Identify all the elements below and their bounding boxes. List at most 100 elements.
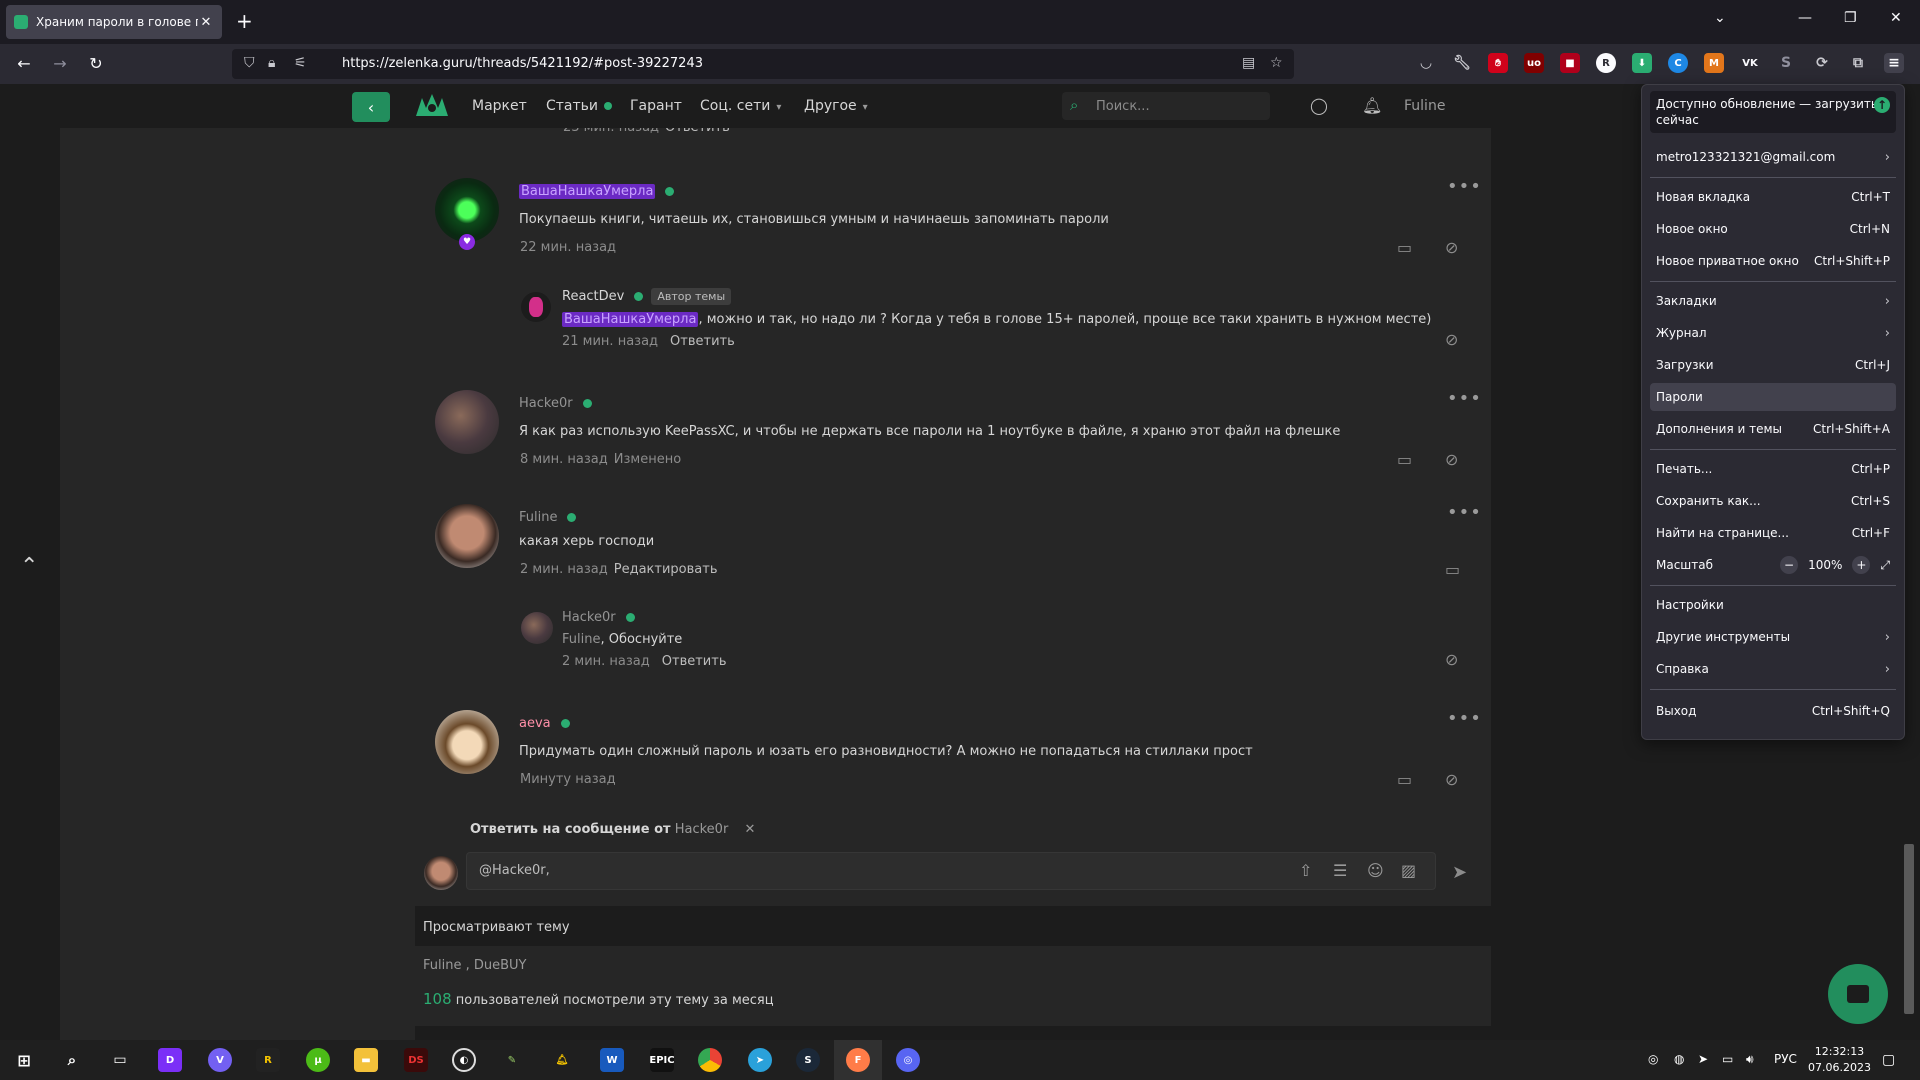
app-menu-icon[interactable]: ≡ (1884, 53, 1904, 73)
tab-active[interactable]: Храним пароли в голове пра ✕ (6, 5, 222, 39)
discord-icon[interactable]: ◎ (896, 1048, 920, 1072)
menu-more-tools[interactable]: Другие инструменты › (1650, 623, 1896, 651)
utorrent-icon[interactable]: µ (306, 1048, 330, 1072)
shield-icon[interactable]: ⛉ (244, 55, 255, 71)
author-name[interactable]: ВашаНашкаУмерла (519, 184, 656, 199)
reader-mode-icon[interactable]: ▤ (1242, 55, 1255, 71)
nav-other[interactable]: Другое ▾ (804, 98, 868, 114)
avatar[interactable] (435, 710, 499, 774)
fullscreen-icon[interactable]: ⤢ (1880, 558, 1890, 573)
tab-list-chevron-icon[interactable]: ⌄ (1714, 10, 1726, 26)
scrollbar[interactable] (1904, 844, 1914, 1014)
lock-icon[interactable]: 🔒︎ (268, 55, 275, 71)
menu-passwords[interactable]: Пароли (1650, 383, 1896, 411)
extension-r-icon[interactable]: R (1596, 53, 1616, 73)
close-window-button[interactable]: ✕ (1890, 10, 1902, 26)
search-icon[interactable]: ⌕ (60, 1048, 84, 1072)
mention[interactable]: Fuline (562, 632, 600, 647)
telegram-icon[interactable]: ➤ (748, 1048, 772, 1072)
notifications-bell-icon[interactable]: 🔔︎ (1362, 96, 1382, 115)
post-author[interactable]: Hacke0r (519, 396, 592, 411)
site-logo-icon[interactable] (414, 92, 450, 122)
upload-icon[interactable]: ⇧ (1299, 861, 1312, 880)
back-button[interactable]: ‹ (352, 92, 390, 122)
more-options-icon[interactable]: ••• (1447, 176, 1482, 197)
avatar[interactable] (435, 504, 499, 568)
word-icon[interactable]: W (600, 1048, 624, 1072)
extension-red-icon[interactable]: ✋︎ (1488, 53, 1508, 73)
network-icon[interactable]: ▭ (1722, 1052, 1733, 1066)
pocket-icon[interactable]: ◡ (1416, 53, 1436, 73)
author-name[interactable]: Hacke0r (562, 610, 616, 625)
app-circle-icon[interactable]: ◐ (452, 1048, 476, 1072)
update-banner[interactable]: Доступно обновление — загрузить сейчас ↑ (1650, 91, 1896, 133)
bookmark-star-icon[interactable]: ☆ (1270, 55, 1283, 71)
wrench-icon[interactable]: 🔧︎ (1452, 53, 1472, 73)
viewers-names[interactable]: Fuline , DueBUY (423, 958, 527, 973)
app-game-icon[interactable]: DS (404, 1048, 428, 1072)
steam-icon[interactable]: S (796, 1048, 820, 1072)
permissions-icon[interactable]: ⚟ (294, 55, 307, 71)
menu-new-window[interactable]: Новое окно Ctrl+N (1650, 215, 1896, 243)
mention[interactable]: ВашаНашкаУмерла (562, 312, 699, 327)
menu-private-window[interactable]: Новое приватное окно Ctrl+Shift+P (1650, 247, 1896, 275)
file-explorer-icon[interactable]: ▬ (354, 1048, 378, 1072)
task-view-icon[interactable]: ▭ (108, 1048, 132, 1072)
nav-articles[interactable]: Статьи (546, 98, 613, 114)
tray-discord-icon[interactable]: ◎ (1648, 1052, 1658, 1066)
menu-settings[interactable]: Настройки (1650, 591, 1896, 619)
author-name[interactable]: ReactDev (562, 289, 624, 304)
app-r-icon[interactable]: R (256, 1048, 280, 1072)
menu-downloads[interactable]: Загрузки Ctrl+J (1650, 351, 1896, 379)
reply-input[interactable]: @Hacke0r, ⇧ ☰ ☺ ▨ (466, 852, 1436, 890)
send-icon[interactable]: ➤ (1452, 862, 1467, 883)
restore-button[interactable]: ❐ (1844, 10, 1857, 26)
menu-history[interactable]: Журнал › (1650, 319, 1896, 347)
menu-exit[interactable]: Выход Ctrl+Shift+Q (1650, 697, 1896, 725)
tray-globe-icon[interactable]: ◍ (1674, 1052, 1684, 1066)
extensions-puzzle-icon[interactable]: ⧉ (1848, 53, 1868, 73)
comment-icon[interactable]: ▭ (1397, 238, 1412, 257)
menu-account[interactable]: metro123321321@gmail.com › (1650, 143, 1896, 171)
viber-icon[interactable]: V (208, 1048, 232, 1072)
comment-icon[interactable]: ▭ (1397, 770, 1412, 789)
post-author[interactable]: Hacke0r (562, 610, 635, 625)
back-icon[interactable]: ← (14, 54, 34, 73)
address-bar[interactable]: ⛉ 🔒︎ ⚟ https://zelenka.guru/threads/5421… (232, 49, 1294, 79)
emoji-icon[interactable]: ☺ (1367, 861, 1384, 880)
reply-to-user[interactable]: Hacke0r (675, 822, 729, 837)
reply-input-value[interactable]: @Hacke0r, (479, 863, 550, 878)
notification-center-icon[interactable]: ▢ (1882, 1052, 1895, 1068)
reload-icon[interactable]: ↻ (86, 54, 106, 73)
scroll-up-icon[interactable]: ⌃ (20, 554, 38, 579)
extension-blue-icon[interactable]: C (1668, 53, 1688, 73)
nav-social[interactable]: Соц. сети ▾ (700, 98, 781, 114)
chrome-icon[interactable] (698, 1048, 722, 1072)
menu-help[interactable]: Справка › (1650, 655, 1896, 683)
author-name[interactable]: Fuline (519, 510, 557, 525)
app-d-icon[interactable]: D (158, 1048, 182, 1072)
list-icon[interactable]: ☰ (1333, 861, 1347, 880)
metamask-icon[interactable]: M (1704, 53, 1724, 73)
menu-print[interactable]: Печать... Ctrl+P (1650, 455, 1896, 483)
download-extension-icon[interactable]: ⬇ (1632, 53, 1652, 73)
tray-telegram-icon[interactable]: ➤ (1698, 1052, 1708, 1066)
hide-eye-icon[interactable]: ⊘ (1445, 450, 1458, 469)
hide-eye-icon[interactable]: ⊘ (1445, 650, 1458, 669)
site-search[interactable]: ⌕ Поиск... (1062, 92, 1270, 120)
image-icon[interactable]: ▨ (1401, 861, 1416, 880)
menu-save-as[interactable]: Сохранить как... Ctrl+S (1650, 487, 1896, 515)
avatar[interactable] (521, 292, 551, 322)
menu-bookmarks[interactable]: Закладки › (1650, 287, 1896, 315)
url-text[interactable]: https://zelenka.guru/threads/5421192/#po… (342, 56, 703, 71)
post-author[interactable]: ВашаНашкаУмерла (519, 184, 675, 199)
forward-icon[interactable]: → (50, 54, 70, 73)
hide-eye-icon[interactable]: ⊘ (1445, 238, 1458, 257)
edit-link[interactable]: Редактировать (614, 562, 718, 577)
messages-icon[interactable]: ◯ (1310, 96, 1328, 115)
zoom-in-button[interactable]: + (1852, 556, 1871, 574)
menu-find[interactable]: Найти на странице... Ctrl+F (1650, 519, 1896, 547)
post-author[interactable]: aeva (519, 716, 570, 731)
nav-guarantee[interactable]: Гарант (630, 98, 682, 114)
comment-icon[interactable]: ▭ (1445, 560, 1460, 579)
